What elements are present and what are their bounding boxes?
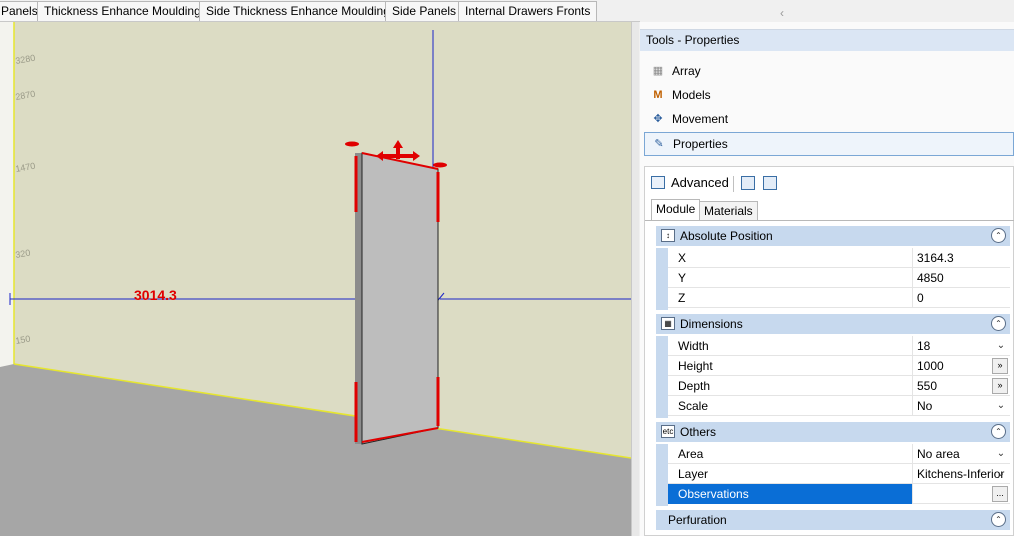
categorized-view-icon[interactable] [741,176,755,190]
section-title: Dimensions [680,317,743,331]
property-label: Y [678,271,687,285]
section-others[interactable]: etc Others ⌃ [656,422,1010,442]
chevron-down-icon[interactable]: ⌄ [994,446,1008,462]
position-icon: ↕ [661,229,675,242]
subtab-module[interactable]: Module [651,199,701,221]
tool-properties[interactable]: ✎ Properties [644,132,1014,156]
tool-label: Array [672,64,701,78]
tool-label: Properties [673,137,728,151]
chevron-left-icon[interactable]: ‹ [780,6,784,20]
section-title: Others [680,425,717,439]
tab-side-panels[interactable]: Side Panels [385,1,464,21]
section-title: Absolute Position [680,229,773,243]
property-label: Depth [678,379,711,393]
subtab-materials[interactable]: Materials [699,201,758,221]
more-button[interactable]: ... [992,486,1008,502]
section-title: Perfuration [668,513,727,527]
property-label: Z [678,291,686,305]
property-label: X [678,251,687,265]
chevron-down-icon[interactable]: ⌄ [994,398,1008,414]
tools-properties-panel: Tools - Properties ▦ Array M Models ✥ Mo… [640,22,1014,536]
advanced-label: Advanced [671,175,729,190]
module-tab-bar: Panels Thickness Enhance Moulding Side T… [0,0,640,22]
move-handle-icon [433,162,447,168]
section-perfuration[interactable]: Perfuration ⌃ [656,510,1010,530]
properties-icon: ✎ [654,138,664,150]
left-wall-edge [0,22,14,367]
property-label: Height [678,359,713,373]
array-icon: ▦ [652,65,664,77]
dimension-label: 3014.3 [134,287,177,303]
toolbar-separator [733,176,734,192]
tool-label: Models [672,88,711,102]
tab-internal-drawers-fronts[interactable]: Internal Drawers Fronts [458,1,598,21]
property-row-layer[interactable]: Layer Kitchens-Inferior ⌄ [668,464,1010,484]
grid-gutter [656,444,668,506]
models-icon: M [653,89,663,101]
property-label: Layer [678,467,709,481]
property-value[interactable]: 4850 [912,268,1010,288]
scene-drawing: 3280 2870 1470 320 150 3014.3 [0,22,631,536]
property-row-area[interactable]: Area No area ⌄ [668,444,1010,464]
advanced-icon [651,176,665,189]
property-label: Observations [678,487,749,501]
property-row-scale[interactable]: Scale No ⌄ [668,396,1010,416]
panel-title: Tools - Properties [640,29,1014,51]
3d-viewport[interactable]: 3280 2870 1470 320 150 3014.3 [0,22,631,536]
property-row-y[interactable]: Y 4850 [668,268,1010,288]
property-value[interactable]: 3164.3 [912,248,1010,268]
tool-movement[interactable]: ✥ Movement [644,108,1014,132]
property-row-depth[interactable]: Depth 550 » [668,376,1010,396]
move-handle-icon [345,141,359,147]
tool-array[interactable]: ▦ Array [644,60,1014,84]
move-icon: ✥ [653,113,663,125]
property-label: Area [678,447,704,461]
property-row-x[interactable]: X 3164.3 [668,248,1010,268]
chevron-down-icon[interactable]: ⌄ [994,338,1008,354]
etc-icon: etc [661,425,675,438]
property-row-z[interactable]: Z 0 [668,288,1010,308]
collapse-icon[interactable]: ⌃ [991,512,1006,527]
advanced-header[interactable]: Advanced [651,172,729,194]
property-row-observations[interactable]: Observations ... [668,484,1010,504]
expand-button[interactable]: » [992,378,1008,394]
tab-side-thickness-enhance-moulding[interactable]: Side Thickness Enhance Moulding [199,1,397,21]
grid-gutter [656,248,668,310]
section-absolute-position[interactable]: ↕ Absolute Position ⌃ [656,226,1010,246]
collapse-icon[interactable]: ⌃ [991,316,1006,331]
property-value[interactable]: 0 [912,288,1010,308]
grid-view-icon[interactable] [763,176,777,190]
grid-gutter [656,336,668,418]
section-dimensions[interactable]: ▦ Dimensions ⌃ [656,314,1010,334]
panel-splitter[interactable] [631,22,639,536]
tool-label: Movement [672,112,729,126]
module-panel [361,152,439,445]
collapse-icon[interactable]: ⌃ [991,228,1006,243]
property-row-width[interactable]: Width 18 ⌄ [668,336,1010,356]
dimensions-icon: ▦ [661,317,675,330]
tab-thickness-enhance-moulding[interactable]: Thickness Enhance Moulding [37,1,208,21]
collapse-icon[interactable]: ⌃ [991,424,1006,439]
property-label: Width [678,339,709,353]
property-label: Scale [678,399,709,413]
chevron-down-icon[interactable]: ⌄ [994,466,1008,482]
expand-button[interactable]: » [992,358,1008,374]
property-row-height[interactable]: Height 1000 » [668,356,1010,376]
subtab-divider [645,220,1014,221]
tool-models[interactable]: M Models [644,84,1014,108]
